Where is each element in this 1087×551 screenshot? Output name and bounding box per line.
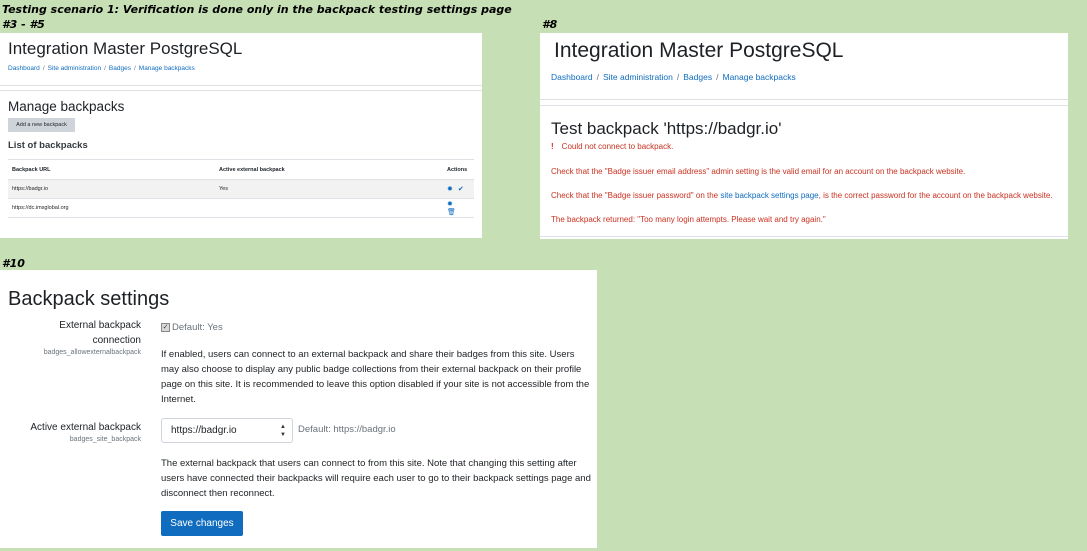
error-line-password: Check that the "Badge issuer password" o…	[551, 191, 1053, 200]
save-changes-button[interactable]: Save changes	[161, 511, 243, 536]
external-backpack-setting-name: badges_allowexternalbackpack	[43, 349, 141, 356]
divider	[540, 105, 1068, 106]
backpack-url: https://badgr.io	[8, 179, 215, 199]
list-title: List of backpacks	[8, 140, 88, 151]
breadcrumb-badges[interactable]: Badges	[683, 72, 712, 82]
error-heading: ! Could not connect to backpack.	[551, 142, 673, 151]
external-backpack-label: External backpack connection	[59, 320, 141, 346]
backpacks-table: Backpack URL Active external backpack Ac…	[8, 159, 474, 218]
active-backpack-setting-name: badges_site_backpack	[69, 436, 141, 443]
scenario-note: Testing scenario 1: Verification is done…	[2, 3, 512, 16]
exclamation-icon: !	[551, 142, 554, 151]
external-backpack-description: If enabled, users can connect to an exte…	[161, 349, 590, 405]
site-name: Integration Master PostgreSQL	[554, 39, 844, 62]
breadcrumb-manage-backpacks[interactable]: Manage backpacks	[139, 65, 195, 72]
error-line-email: Check that the "Badge issuer email addre…	[551, 167, 966, 176]
breadcrumb-separator: /	[596, 72, 599, 82]
active-backpack-label: Active external backpack	[30, 422, 141, 433]
backpack-settings-panel: Backpack settings External backpack conn…	[0, 270, 597, 548]
breadcrumb-separator: /	[104, 65, 106, 72]
divider	[540, 99, 1068, 100]
add-backpack-button[interactable]: Add a new backpack	[8, 118, 75, 132]
breadcrumb-separator: /	[133, 65, 136, 72]
backpack-url: https://dc.imsglobal.org	[8, 198, 215, 218]
select-arrows-icon: ▲ ▼	[280, 424, 286, 438]
divider	[540, 236, 1068, 237]
breadcrumb: Dashboard / Site administration / Badges / Man…	[8, 65, 195, 72]
step-label-3-5: #3 - #5	[2, 18, 45, 31]
manage-backpacks-panel: Integration Master PostgreSQL Dashboard /…	[0, 33, 482, 238]
table-row: https://badgr.io Yes ✹ ✔	[8, 179, 474, 199]
active-backpack-value: https://badgr.io	[171, 425, 237, 436]
external-backpack-checkbox[interactable]: ✓	[161, 323, 170, 332]
column-header-actions: Actions	[443, 159, 474, 180]
gear-icon[interactable]: ✹	[447, 200, 453, 208]
divider	[0, 90, 482, 91]
error-text: , is the correct password for the accoun…	[818, 191, 1053, 200]
column-header-active: Active external backpack	[215, 159, 443, 180]
trash-icon[interactable]: 🗑	[447, 208, 456, 216]
site-name: Integration Master PostgreSQL	[8, 39, 243, 58]
external-backpack-default: Default: Yes	[172, 322, 223, 333]
breadcrumb-separator: /	[42, 65, 45, 72]
backpack-active	[215, 198, 443, 218]
breadcrumb-site-admin[interactable]: Site administration	[48, 65, 101, 72]
breadcrumb-separator: /	[676, 72, 680, 82]
breadcrumb-site-admin[interactable]: Site administration	[603, 72, 673, 82]
check-icon[interactable]: ✔	[458, 185, 464, 193]
column-header-url: Backpack URL	[8, 159, 215, 180]
divider	[0, 85, 482, 86]
breadcrumb-badges[interactable]: Badges	[109, 65, 131, 72]
error-heading-text: Could not connect to backpack.	[561, 142, 674, 151]
actions-cell: ✹ ✔	[443, 179, 474, 199]
site-backpack-settings-link[interactable]: site backpack settings page	[720, 191, 818, 200]
step-label-8: #8	[542, 18, 558, 31]
gear-icon[interactable]: ✹	[447, 185, 453, 193]
actions-cell: ✹🗑	[443, 198, 474, 218]
table-row: https://dc.imsglobal.org ✹🗑	[8, 198, 474, 218]
error-text: Check that the "Badge issuer password" o…	[551, 191, 721, 200]
breadcrumb-separator: /	[716, 72, 719, 82]
breadcrumb-dashboard[interactable]: Dashboard	[8, 65, 40, 72]
error-line-response: The backpack returned: "Too many login a…	[551, 215, 826, 224]
active-backpack-select[interactable]: https://badgr.io ▲ ▼	[161, 418, 293, 443]
breadcrumb: Dashboard / Site administration / Badges / Man…	[551, 72, 796, 82]
active-backpack-default: Default: https://badgr.io	[298, 424, 396, 435]
step-label-10: #10	[2, 257, 25, 270]
page-title: Manage backpacks	[8, 99, 125, 114]
test-backpack-panel: Integration Master PostgreSQL Dashboard /…	[540, 33, 1068, 239]
breadcrumb-dashboard[interactable]: Dashboard	[551, 72, 593, 82]
active-backpack-description: The external backpack that users can con…	[161, 458, 591, 499]
breadcrumb-manage-backpacks[interactable]: Manage backpacks	[722, 72, 795, 82]
test-title: Test backpack 'https://badgr.io'	[551, 119, 782, 138]
backpack-active: Yes	[215, 179, 443, 199]
settings-title: Backpack settings	[8, 288, 170, 310]
